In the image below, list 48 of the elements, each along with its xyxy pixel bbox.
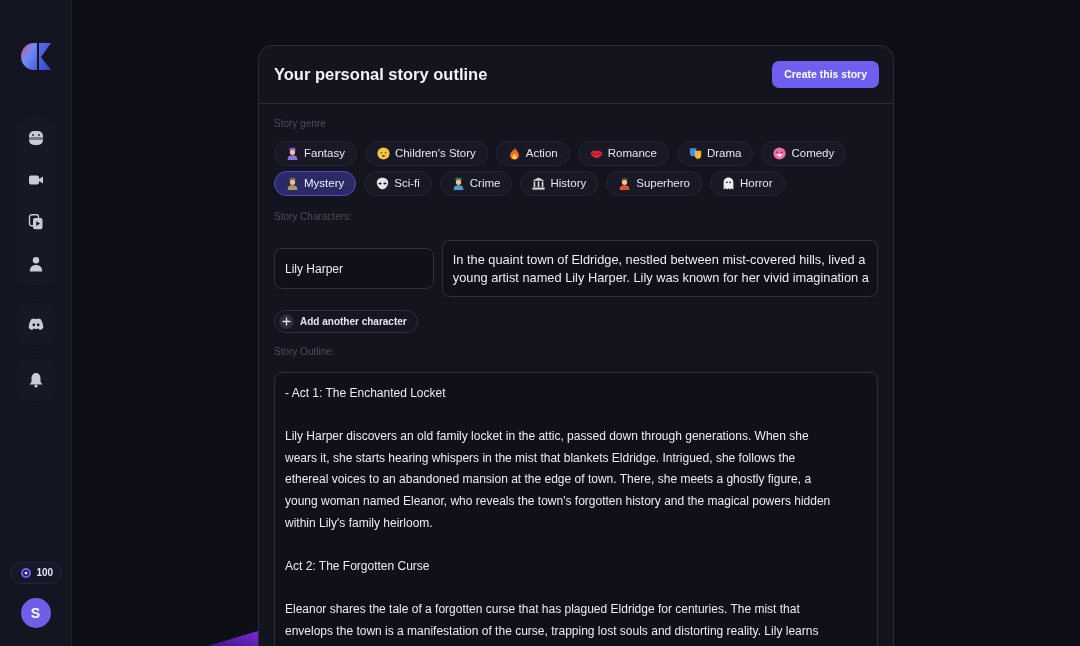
genre-chip[interactable]: Sci-fi <box>364 171 432 196</box>
genre-chip[interactable]: Children's Story <box>364 141 488 166</box>
character-name-field[interactable]: Lily Harper <box>274 248 434 289</box>
bell-icon[interactable] <box>27 372 44 388</box>
ring-icon <box>20 568 31 578</box>
controller-icon[interactable] <box>27 316 44 332</box>
video-files-icon[interactable] <box>27 214 44 230</box>
outline-text: Lily Harper discovers an old family locket in the attic, passed down through generations. When she wears it, she starts hearing whispers in the mist that blankets Eldridge. Intrigued, she follows the ethereal voices to an abandoned mansion at the edge of town. There, she meets a ghostly figure, a young woman named Eleanor, who reveals the town's forgotten history and the magical powers hidden within Lily's family heirloom. <box>285 428 832 532</box>
ghost-icon <box>722 177 735 190</box>
face-icon[interactable] <box>27 130 44 146</box>
genre-chip[interactable]: Fantasy <box>274 141 357 166</box>
genre-chip[interactable]: Crime <box>439 171 513 196</box>
genre-chip[interactable]: Comedy <box>761 141 847 166</box>
section-label: Story genre <box>274 118 327 130</box>
create-story-button[interactable]: Create this story <box>772 61 879 88</box>
credits-count: 100 <box>36 568 54 578</box>
masks-icon <box>688 147 702 160</box>
section-label: Story Characters: <box>274 211 353 223</box>
outline-text: - Act 1: The Enchanted Locket <box>285 385 447 402</box>
user-avatar[interactable]: S <box>20 598 51 628</box>
genre-chip[interactable]: Drama <box>676 141 754 166</box>
genre-chip[interactable]: Horror <box>710 171 785 196</box>
character-description-field[interactable]: In the quaint town of Eldridge, nestled between mist-covered hills, lived a young artist named Lily Harper. Lily was known for her vivid imagination a <box>441 240 878 297</box>
outline-text: Act 2: The Forgotten Curse <box>285 557 431 575</box>
person-icon <box>451 177 465 190</box>
genre-chip[interactable]: Superhero <box>606 171 702 196</box>
logo-icon[interactable] <box>20 43 51 70</box>
credits-badge[interactable]: 100 <box>9 562 62 584</box>
laughing-face-icon <box>773 147 787 160</box>
plus-icon <box>279 314 294 329</box>
face-icon <box>376 147 390 160</box>
genre-chip[interactable]: Romance <box>577 141 669 166</box>
section-label: Story Outline: <box>274 346 336 358</box>
outline-text: Eleanor shares the tale of a forgotten curse that has plagued Eldridge for centuries. The mist that envelops the town is a manifestation of the curse, trapping lost souls and distorting reality. Lily learns <box>285 600 820 640</box>
lips-icon <box>589 147 603 160</box>
genre-chip[interactable]: Action <box>495 141 570 166</box>
flame-icon <box>507 147 521 160</box>
building-icon <box>532 177 546 190</box>
page-title: Your personal story outline <box>274 64 488 86</box>
person-icon <box>286 147 299 160</box>
person-icon <box>286 177 299 190</box>
person-icon <box>618 177 632 190</box>
genre-chip[interactable]: Mystery <box>274 171 357 196</box>
user-icon[interactable] <box>27 256 44 272</box>
add-character-button[interactable]: Add another character <box>274 310 418 333</box>
alien-face-icon <box>376 177 390 190</box>
outline-field[interactable] <box>274 372 878 646</box>
genre-chip[interactable]: History <box>520 171 599 196</box>
